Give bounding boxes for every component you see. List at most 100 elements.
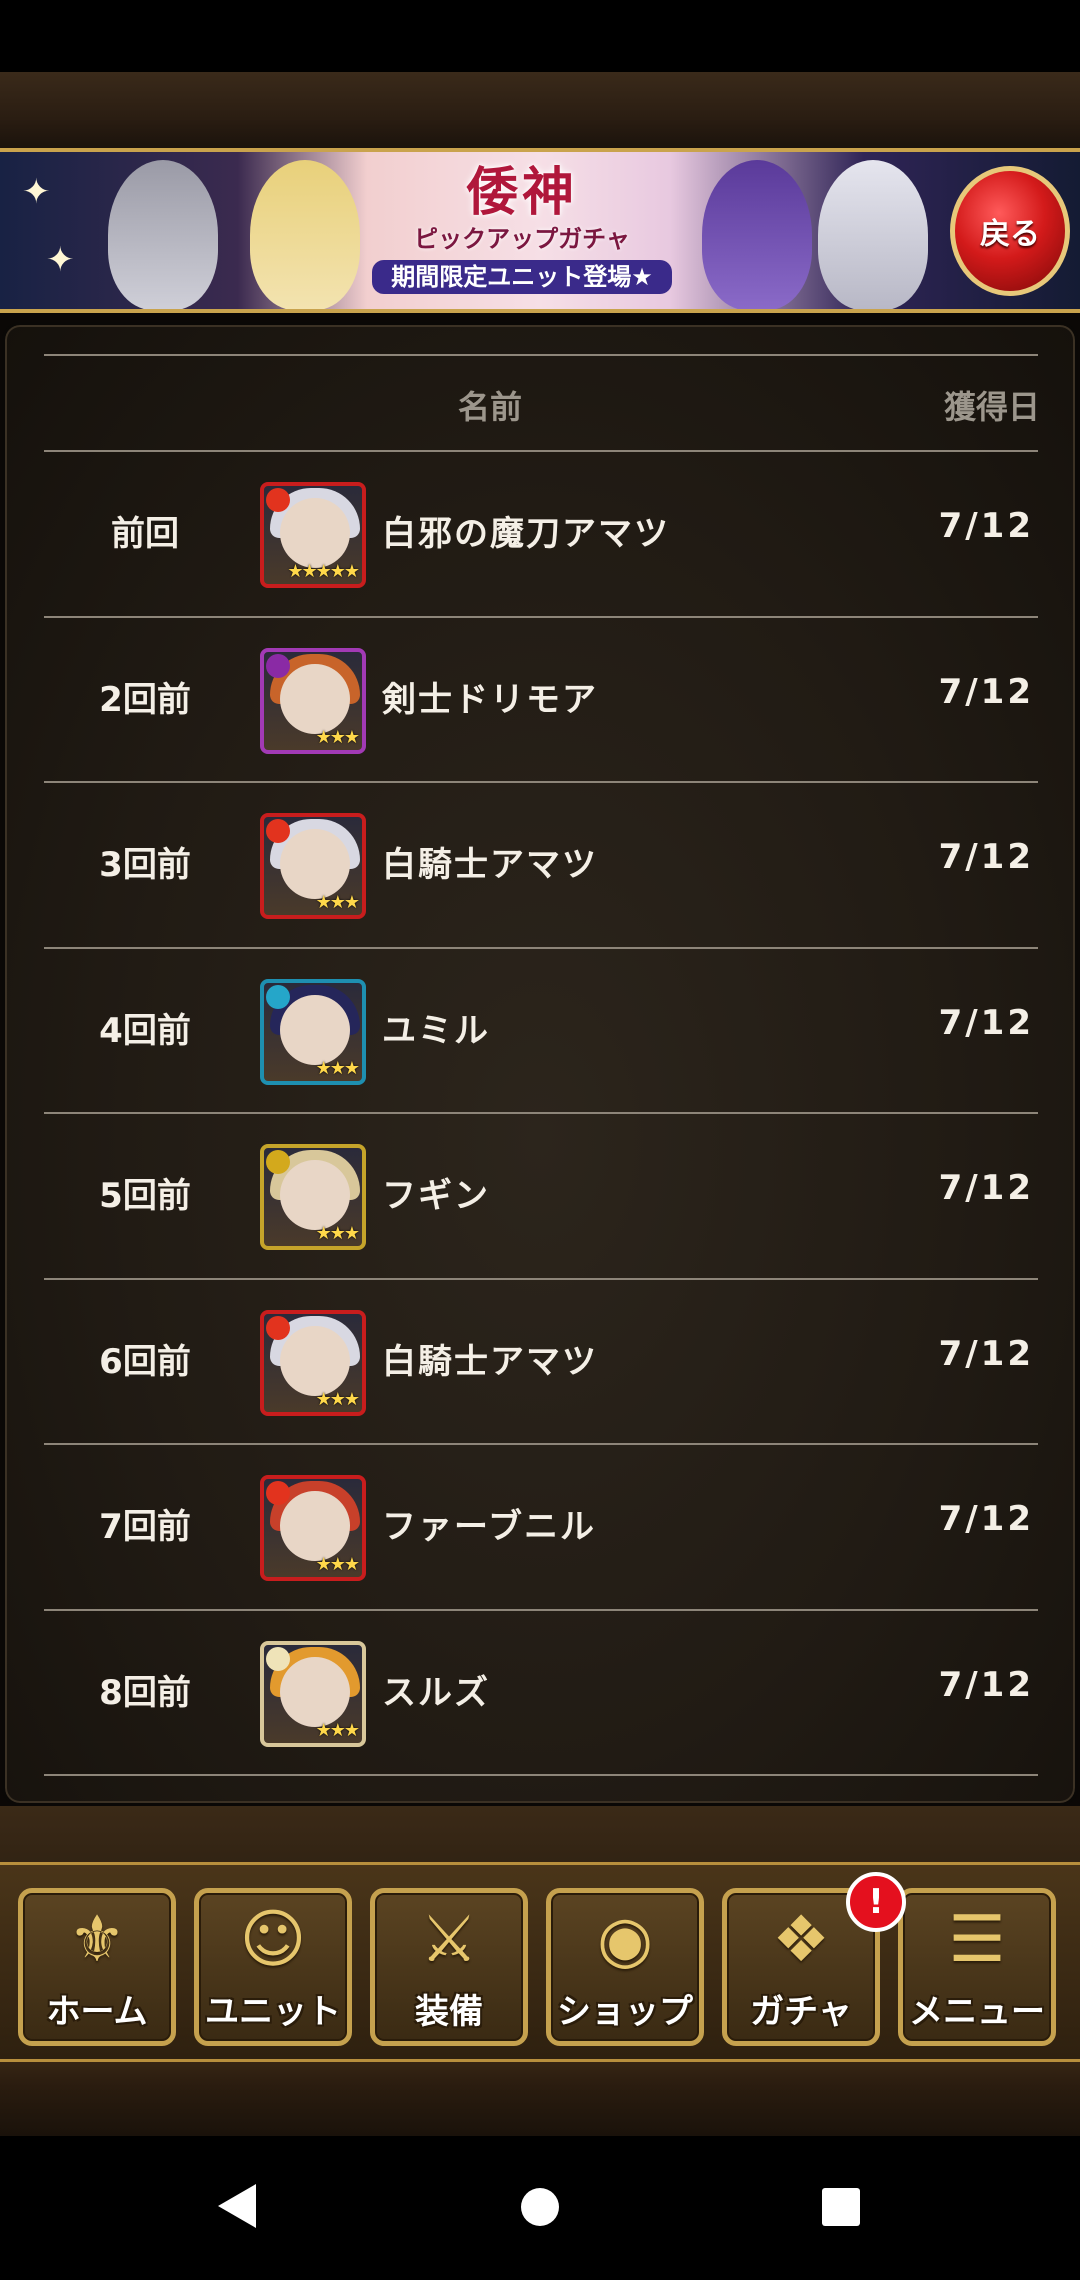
rarity-stars-icon: ★★★ xyxy=(315,1719,360,1741)
unit-name: 白邪の魔刀アマツ xyxy=(382,514,670,554)
nav-button-0[interactable]: ⚜ ホーム xyxy=(18,1888,176,2046)
row-rank: 2回前 xyxy=(99,679,191,720)
nav-button-1[interactable]: ☺ ユニット xyxy=(194,1888,352,2046)
sparkle-icon: ✦ xyxy=(46,240,75,280)
unit-portrait-icon[interactable]: ★★★ xyxy=(260,1144,366,1250)
unit-name: スルズ xyxy=(382,1672,490,1713)
unit-face xyxy=(280,994,350,1065)
light-element-icon xyxy=(266,1646,290,1671)
fire-element-icon xyxy=(266,1481,290,1505)
banner-subtitle: ピックアップガチャ xyxy=(414,225,630,253)
history-row[interactable]: 4回前 ★★★ ユミル 7/12 xyxy=(0,947,1080,1112)
rarity-stars-icon: ★★★★★ xyxy=(287,561,360,582)
banner-character xyxy=(702,160,812,309)
nav-button-2[interactable]: ⚔ 装備 xyxy=(370,1888,528,2046)
unit-portrait-icon[interactable]: ★★★ xyxy=(260,978,366,1085)
water-element-icon xyxy=(266,984,290,1009)
obtained-date: 7/12 xyxy=(938,1002,1034,1043)
obtained-date: 7/12 xyxy=(938,506,1034,546)
banner-logo: 倭神 ピックアップガチャ 期間限定ユニット登場★ xyxy=(372,162,672,307)
banner-character xyxy=(108,160,218,309)
rarity-stars-icon: ★★★ xyxy=(315,1388,360,1410)
crossed-swords-icon: ⚔ xyxy=(420,1903,478,1977)
unit-face xyxy=(280,1325,350,1396)
unit-portrait-icon[interactable]: ★★★ xyxy=(260,647,366,754)
unit-name: 白騎士アマツ xyxy=(382,845,598,885)
unit-portrait-icon[interactable]: ★★★ xyxy=(260,1640,366,1747)
fire-element-icon xyxy=(266,488,290,512)
unit-icon: ☺ xyxy=(239,1903,307,1977)
header-date: 獲得日 xyxy=(943,388,1040,426)
nav-button-label: 装備 xyxy=(415,1992,483,2032)
back-button-label: 戻る xyxy=(980,217,1040,252)
unit-name: 白騎士アマツ xyxy=(382,1341,598,1382)
unit-face xyxy=(280,1491,350,1561)
banner-character xyxy=(818,160,928,309)
dark-element-icon xyxy=(266,653,290,678)
menu-lines-icon: ☰ xyxy=(948,1903,1006,1977)
gacha-banner: ✦ ✦ 倭神 ピックアップガチャ 期間限定ユニット登場★ 戻る xyxy=(0,148,1080,313)
divider xyxy=(44,354,1038,356)
obtained-date: 7/12 xyxy=(938,1168,1034,1208)
unit-name: 剣士ドリモア xyxy=(382,679,598,720)
row-rank: 6回前 xyxy=(99,1341,191,1382)
nav-button-label: ガチャ xyxy=(750,1992,852,2032)
obtained-date: 7/12 xyxy=(938,1333,1034,1374)
fire-element-icon xyxy=(266,819,290,843)
rarity-stars-icon: ★★★ xyxy=(315,726,360,748)
sparkle-icon: ✦ xyxy=(22,172,51,212)
obtained-date: 7/12 xyxy=(938,671,1034,712)
history-row[interactable]: 3回前 ★★★ 白騎士アマツ 7/12 xyxy=(0,781,1080,946)
history-row[interactable]: 前回 ★★★★★ 白邪の魔刀アマツ 7/12 xyxy=(0,450,1080,615)
system-recents-icon[interactable] xyxy=(822,2188,860,2226)
nav-button-label: ショップ xyxy=(557,1992,693,2032)
unit-face xyxy=(280,1656,350,1727)
system-back-icon[interactable] xyxy=(218,2184,256,2228)
unit-face xyxy=(280,829,350,899)
back-button[interactable]: 戻る xyxy=(950,166,1070,296)
top-decoration xyxy=(0,72,1080,150)
unit-name: ファーブニル xyxy=(382,1507,596,1547)
shop-coin-icon: ◉ xyxy=(597,1903,653,1977)
unit-portrait-icon[interactable]: ★★★ xyxy=(260,1475,366,1581)
unit-face xyxy=(280,663,350,734)
row-rank: 4回前 xyxy=(99,1010,191,1051)
thunder-element-icon xyxy=(266,1150,290,1174)
unit-face xyxy=(280,1160,350,1230)
header-name: 名前 xyxy=(457,388,522,426)
history-row[interactable]: 5回前 ★★★ フギン 7/12 xyxy=(0,1112,1080,1277)
row-rank: 3回前 xyxy=(99,845,191,885)
banner-character xyxy=(250,160,360,309)
obtained-date: 7/12 xyxy=(938,1664,1034,1705)
nav-button-label: メニュー xyxy=(909,1992,1045,2032)
history-row[interactable]: 7回前 ★★★ ファーブニル 7/12 xyxy=(0,1443,1080,1608)
nav-button-3[interactable]: ◉ ショップ xyxy=(546,1888,704,2046)
system-home-icon[interactable] xyxy=(521,2188,559,2226)
obtained-date: 7/12 xyxy=(938,837,1034,877)
unit-portrait-icon[interactable]: ★★★ xyxy=(260,1309,366,1416)
row-rank: 7回前 xyxy=(99,1507,191,1547)
row-rank: 5回前 xyxy=(99,1176,191,1216)
status-bar xyxy=(0,0,1080,72)
history-row[interactable]: 6回前 ★★★ 白騎士アマツ 7/12 xyxy=(0,1278,1080,1443)
unit-portrait-icon[interactable]: ★★★★★ xyxy=(260,482,366,588)
unit-portrait-icon[interactable]: ★★★ xyxy=(260,813,366,919)
notification-badge: ! xyxy=(846,1872,906,1932)
history-row[interactable]: 8回前 ★★★ スルズ 7/12 xyxy=(0,1609,1080,1774)
rarity-stars-icon: ★★★ xyxy=(315,892,360,913)
banner-title: 倭神 xyxy=(465,162,578,223)
nav-button-label: ユニット xyxy=(205,1992,341,2032)
row-rank: 前回 xyxy=(111,514,179,554)
fire-element-icon xyxy=(266,1315,290,1340)
rarity-stars-icon: ★★★ xyxy=(315,1057,360,1079)
unit-name: フギン xyxy=(382,1176,490,1216)
rarity-stars-icon: ★★★ xyxy=(315,1554,360,1575)
banner-caption: 期間限定ユニット登場★ xyxy=(372,260,672,294)
obtained-date: 7/12 xyxy=(938,1499,1034,1539)
nav-button-5[interactable]: ☰ メニュー xyxy=(898,1888,1056,2046)
nav-button-label: ホーム xyxy=(46,1992,148,2032)
history-row[interactable]: 2回前 ★★★ 剣士ドリモア 7/12 xyxy=(0,616,1080,781)
rarity-stars-icon: ★★★ xyxy=(315,1223,360,1244)
row-rank: 8回前 xyxy=(99,1672,191,1713)
divider xyxy=(44,1774,1038,1776)
